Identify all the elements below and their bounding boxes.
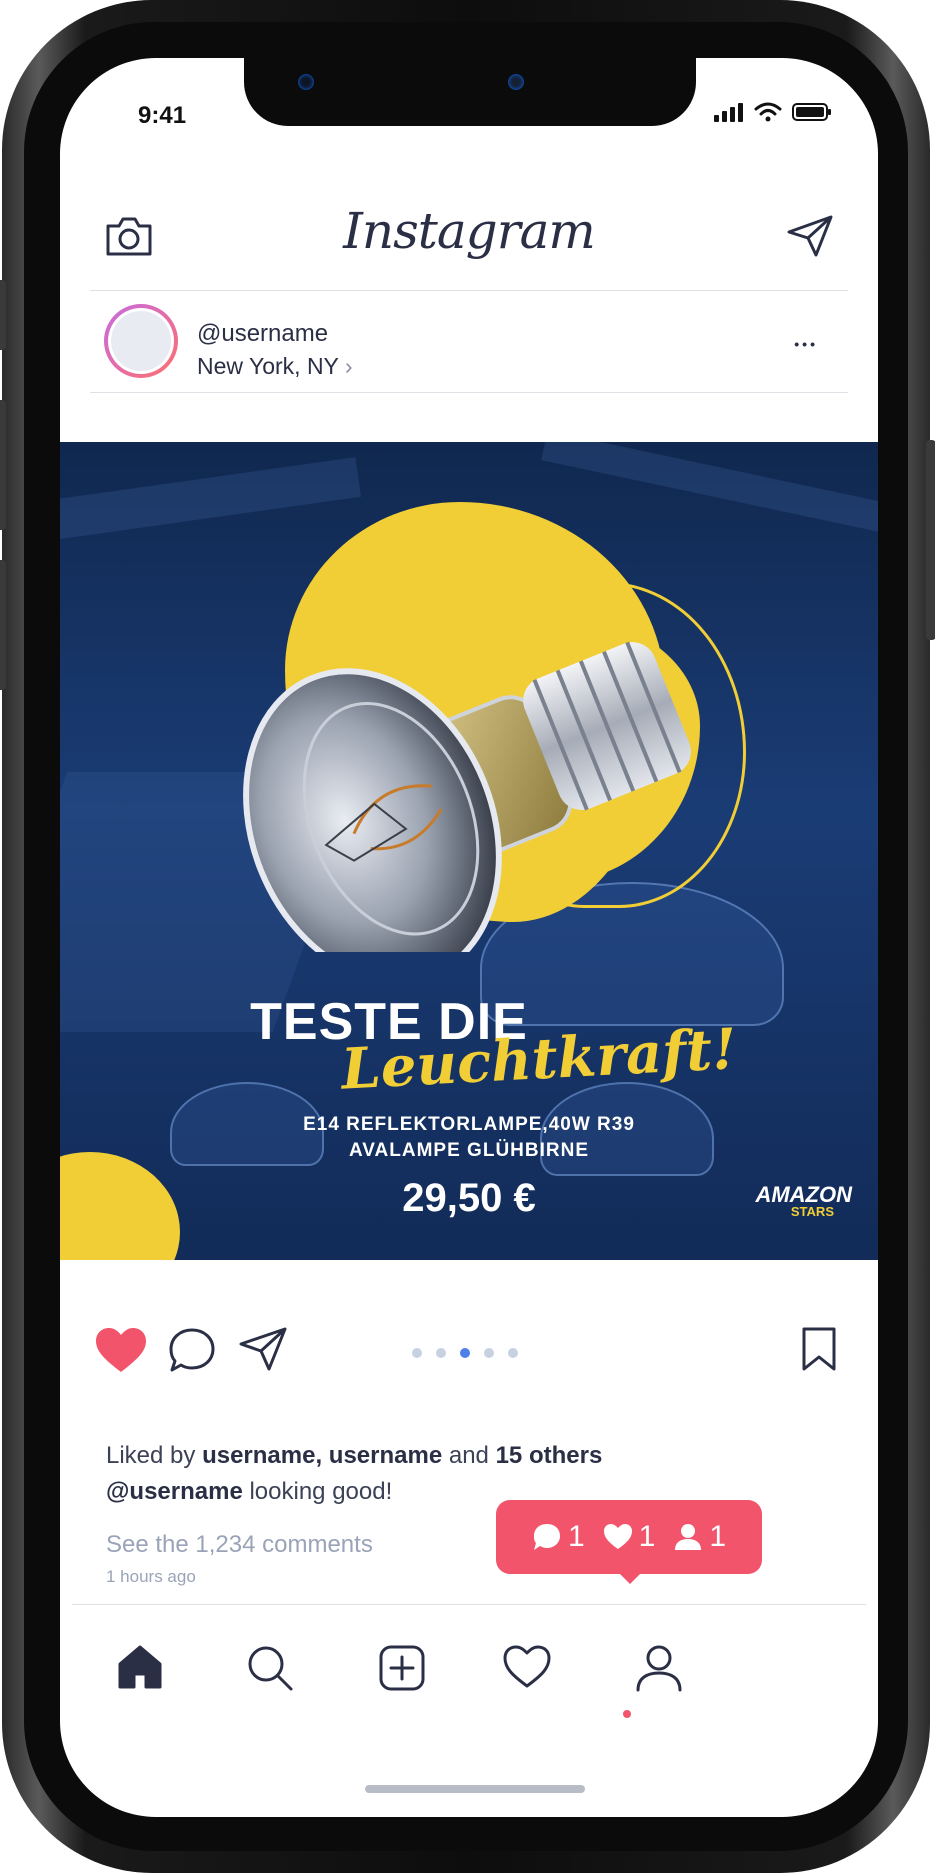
share-icon[interactable] bbox=[238, 1326, 288, 1372]
carousel-indicator bbox=[412, 1348, 518, 1358]
volume-down-button bbox=[0, 560, 6, 690]
screen: 9:41 Instagram @username New York, NY › … bbox=[60, 58, 878, 1817]
mute-switch bbox=[0, 280, 6, 350]
status-time: 9:41 bbox=[138, 102, 187, 129]
app-header: Instagram bbox=[60, 188, 878, 288]
phone-frame: 9:41 Instagram @username New York, NY › … bbox=[0, 0, 935, 1873]
like-heart-icon[interactable] bbox=[94, 1326, 148, 1376]
notification-likes-count: 1 bbox=[638, 1520, 656, 1553]
liked-by-text: Liked by username, username and 15 other… bbox=[106, 1442, 602, 1470]
comment-bubble-icon bbox=[533, 1524, 560, 1550]
add-post-icon[interactable] bbox=[378, 1644, 426, 1692]
direct-message-icon[interactable] bbox=[786, 214, 834, 258]
liked-by-others[interactable]: 15 others bbox=[496, 1442, 603, 1469]
app-logo: Instagram bbox=[343, 202, 596, 260]
caption-body: looking good! bbox=[249, 1478, 393, 1505]
activity-indicator-dot bbox=[623, 1710, 631, 1718]
sensor-dot bbox=[298, 74, 314, 90]
home-indicator[interactable] bbox=[365, 1785, 585, 1793]
user-icon bbox=[675, 1524, 702, 1550]
notification-comments-count: 1 bbox=[567, 1520, 585, 1553]
battery-icon bbox=[792, 103, 831, 121]
post-username[interactable]: @username bbox=[197, 320, 328, 348]
power-button bbox=[926, 440, 935, 640]
post-location-text: New York, NY bbox=[197, 353, 339, 379]
signal-icon bbox=[714, 103, 743, 122]
front-camera bbox=[508, 74, 524, 90]
post-actions bbox=[60, 1318, 878, 1388]
activity-heart-icon[interactable] bbox=[502, 1644, 552, 1690]
brand-logo: AMAZON STARS bbox=[755, 1182, 852, 1219]
notch bbox=[244, 58, 696, 126]
notification-followers: 1 bbox=[673, 1520, 726, 1554]
post-header: @username New York, NY › ••• bbox=[60, 292, 878, 392]
divider bbox=[90, 290, 848, 291]
post-location[interactable]: New York, NY › bbox=[197, 353, 353, 380]
post-image[interactable]: TESTE DIE Leuchtkraft! E14 REFLEKTORLAMP… bbox=[60, 442, 878, 1260]
view-comments-link[interactable]: See the 1,234 comments bbox=[106, 1531, 373, 1559]
background-beam bbox=[60, 457, 362, 547]
liked-by-users[interactable]: username, username bbox=[202, 1442, 442, 1469]
caption-text: @username looking good! bbox=[106, 1478, 392, 1506]
profile-icon[interactable] bbox=[634, 1644, 684, 1692]
background-beam bbox=[541, 442, 878, 544]
light-bulb-image bbox=[243, 641, 691, 952]
wifi-icon bbox=[754, 102, 782, 122]
ad-product-line-2: AVALAMPE GLÜHBIRNE bbox=[348, 1140, 590, 1161]
caption-author[interactable]: @username bbox=[106, 1478, 243, 1505]
carousel-dot bbox=[436, 1348, 446, 1358]
status-icons bbox=[714, 102, 832, 122]
volume-up-button bbox=[0, 400, 6, 530]
heart-icon bbox=[603, 1524, 632, 1549]
carousel-dot-active bbox=[460, 1348, 470, 1358]
home-icon[interactable] bbox=[116, 1644, 164, 1690]
carousel-dot bbox=[508, 1348, 518, 1358]
search-icon[interactable] bbox=[246, 1644, 294, 1692]
carousel-dot bbox=[412, 1348, 422, 1358]
chevron-right-icon: › bbox=[344, 353, 353, 379]
notification-likes: 1 bbox=[603, 1520, 656, 1554]
avatar[interactable] bbox=[104, 304, 178, 378]
notification-followers-count: 1 bbox=[709, 1520, 727, 1553]
ad-product-line-1: E14 REFLEKTORLAMPE,40W R39 bbox=[303, 1114, 635, 1135]
notification-pointer bbox=[616, 1570, 644, 1584]
liked-by-and: and bbox=[448, 1442, 489, 1469]
post-timestamp: 1 hours ago bbox=[106, 1567, 196, 1586]
activity-notification[interactable]: 1 1 1 bbox=[496, 1500, 762, 1574]
comment-icon[interactable] bbox=[168, 1326, 216, 1376]
notification-comments: 1 bbox=[532, 1520, 585, 1554]
liked-by-prefix: Liked by bbox=[106, 1442, 196, 1469]
carousel-dot bbox=[484, 1348, 494, 1358]
divider bbox=[90, 392, 848, 393]
more-options-icon[interactable]: ••• bbox=[794, 336, 818, 352]
bottom-tab-bar bbox=[60, 1604, 878, 1724]
bookmark-icon[interactable] bbox=[800, 1326, 838, 1372]
